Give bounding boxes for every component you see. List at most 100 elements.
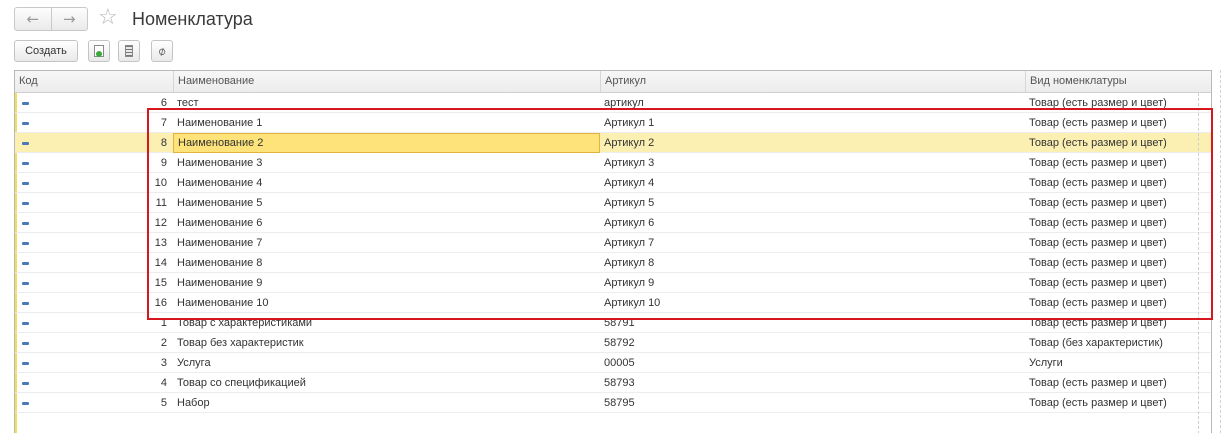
cell-name: Наименование 3 <box>177 157 263 169</box>
cell-type: Товар (есть размер и цвет) <box>1029 237 1167 249</box>
toolbar: Создать ⌀ <box>0 40 1228 64</box>
table-row[interactable]: 11 Наименование 5 Артикул 5 Товар (есть раз… <box>15 193 1211 213</box>
cell-article: Артикул 2 <box>604 137 655 149</box>
cell-article: Артикул 3 <box>604 157 655 169</box>
table-row[interactable]: 6 тест артикул Товар (есть размер и цвет) <box>15 93 1211 113</box>
cell-name: Наименование 10 <box>177 297 269 309</box>
cell-article: 58793 <box>604 377 635 389</box>
cell-code: 13 <box>154 237 167 249</box>
column-header-type[interactable]: Вид номенклатуры <box>1025 71 1195 92</box>
column-header-name[interactable]: Наименование <box>173 71 600 92</box>
cell-type: Товар (без характеристик) <box>1029 337 1163 349</box>
table-row[interactable]: 9 Наименование 3 Артикул 3 Товар (есть разм… <box>15 153 1211 173</box>
cell-code: 1 <box>160 317 167 329</box>
cell-type: Товар (есть размер и цвет) <box>1029 277 1167 289</box>
cell-code: 5 <box>160 397 167 409</box>
table-row[interactable]: 8 Наименование 2 Артикул 2 Товар (есть разм… <box>15 133 1211 153</box>
table-row[interactable]: 14 Наименование 8 Артикул 8 Товар (есть раз… <box>15 253 1211 273</box>
table-body: 6 тест артикул Товар (есть размер и цвет) 7 Н… <box>15 93 1211 413</box>
table-row[interactable]: 13 Наименование 7 Артикул 7 Товар (есть раз… <box>15 233 1211 253</box>
cell-code: 6 <box>160 97 167 109</box>
back-button[interactable]: ← <box>15 8 51 30</box>
column-header-code[interactable]: Код <box>15 71 173 92</box>
cell-article: 58791 <box>604 317 635 329</box>
table-row[interactable]: 3 Услуга 00005 Услуги <box>15 353 1211 373</box>
cell-type: Товар (есть размер и цвет) <box>1029 117 1167 129</box>
cell-type: Товар (есть размер и цвет) <box>1029 397 1167 409</box>
cell-article: Артикул 4 <box>604 177 655 189</box>
table-row[interactable]: 10 Наименование 4 Артикул 4 Товар (есть раз… <box>15 173 1211 193</box>
cell-article: 00005 <box>604 357 635 369</box>
cell-code: 3 <box>160 357 167 369</box>
table-row[interactable]: 12 Наименование 6 Артикул 6 Товар (есть раз… <box>15 213 1211 233</box>
cell-code: 4 <box>160 377 167 389</box>
table-row[interactable]: 4 Товар со спецификацией 58793 Товар (есть … <box>15 373 1211 393</box>
cell-code: 12 <box>154 217 167 229</box>
navigation-buttons: ← → <box>14 7 88 31</box>
create-button[interactable]: Создать <box>14 40 78 62</box>
cell-article: 58795 <box>604 397 635 409</box>
attach-button[interactable]: ⌀ <box>151 40 173 62</box>
cell-name: Товар с характеристиками <box>177 317 313 329</box>
cell-article: Артикул 8 <box>604 257 655 269</box>
cell-code: 11 <box>155 197 167 209</box>
cell-code: 10 <box>154 177 167 189</box>
cell-name: Наименование 9 <box>177 277 263 289</box>
cell-name: Набор <box>177 397 210 409</box>
star-icon[interactable]: ☆ <box>98 5 118 31</box>
table-row[interactable]: 16 Наименование 10 Артикул 10 Товар (есть р… <box>15 293 1211 313</box>
cell-article: Артикул 6 <box>604 217 655 229</box>
cell-type: Товар (есть размер и цвет) <box>1029 197 1167 209</box>
attach-icon: ⌀ <box>155 43 169 59</box>
list-button[interactable] <box>118 40 140 62</box>
cell-type: Товар (есть размер и цвет) <box>1029 157 1167 169</box>
cell-name: Товар без характеристик <box>177 337 304 349</box>
cell-type: Товар (есть размер и цвет) <box>1029 137 1167 149</box>
table-row[interactable]: 2 Товар без характеристик 58792 Товар (без … <box>15 333 1211 353</box>
cell-code: 15 <box>154 277 167 289</box>
table-row[interactable]: 7 Наименование 1 Артикул 1 Товар (есть разм… <box>15 113 1211 133</box>
cell-code: 9 <box>160 157 167 169</box>
cell-article: Артикул 1 <box>604 117 655 129</box>
copy-button[interactable] <box>88 40 110 62</box>
cell-name: Наименование 6 <box>177 217 263 229</box>
cell-name: тест <box>177 97 199 109</box>
items-table: Код Наименование Артикул Вид номенклатур… <box>14 70 1212 433</box>
cell-article: Артикул 9 <box>604 277 655 289</box>
cell-type: Товар (есть размер и цвет) <box>1029 257 1167 269</box>
cell-article: Артикул 5 <box>604 197 655 209</box>
table-row[interactable]: 1 Товар с характеристиками 58791 Товар (ест… <box>15 313 1211 333</box>
cell-type: Товар (есть размер и цвет) <box>1029 217 1167 229</box>
table-row[interactable]: 15 Наименование 9 Артикул 9 Товар (есть раз… <box>15 273 1211 293</box>
panel-divider <box>1220 70 1221 433</box>
vertical-scrollbar[interactable] <box>1198 93 1210 433</box>
cell-code: 7 <box>160 117 167 129</box>
cell-article: артикул <box>604 97 644 109</box>
table-row[interactable]: 5 Набор 58795 Товар (есть размер и цвет) <box>15 393 1211 413</box>
cell-name: Наименование 8 <box>177 257 263 269</box>
cell-code: 14 <box>154 257 167 269</box>
cell-code: 2 <box>160 337 167 349</box>
cell-name: Товар со спецификацией <box>177 377 306 389</box>
cell-name: Наименование 1 <box>177 117 263 129</box>
cell-name: Наименование 2 <box>173 133 600 153</box>
cell-type: Товар (есть размер и цвет) <box>1029 177 1167 189</box>
cell-article: Артикул 10 <box>604 297 661 309</box>
cell-code: 8 <box>160 137 167 149</box>
cell-type: Услуги <box>1029 357 1063 369</box>
page-title: Номенклатура <box>132 9 253 29</box>
title-bar: ← → ☆ Номенклатура <box>0 0 1228 38</box>
forward-button[interactable]: → <box>50 8 88 30</box>
cell-type: Товар (есть размер и цвет) <box>1029 297 1167 309</box>
cell-article: 58792 <box>604 337 635 349</box>
arrow-right-icon: → <box>62 10 76 28</box>
cell-article: Артикул 7 <box>604 237 655 249</box>
cell-type: Товар (есть размер и цвет) <box>1029 377 1167 389</box>
cell-name: Наименование 5 <box>177 197 263 209</box>
cell-type: Товар (есть размер и цвет) <box>1029 317 1167 329</box>
cell-name: Наименование 4 <box>177 177 263 189</box>
table-header: Код Наименование Артикул Вид номенклатур… <box>15 71 1211 93</box>
cell-name: Услуга <box>177 357 211 369</box>
column-header-article[interactable]: Артикул <box>600 71 1025 92</box>
cell-type: Товар (есть размер и цвет) <box>1029 97 1167 109</box>
